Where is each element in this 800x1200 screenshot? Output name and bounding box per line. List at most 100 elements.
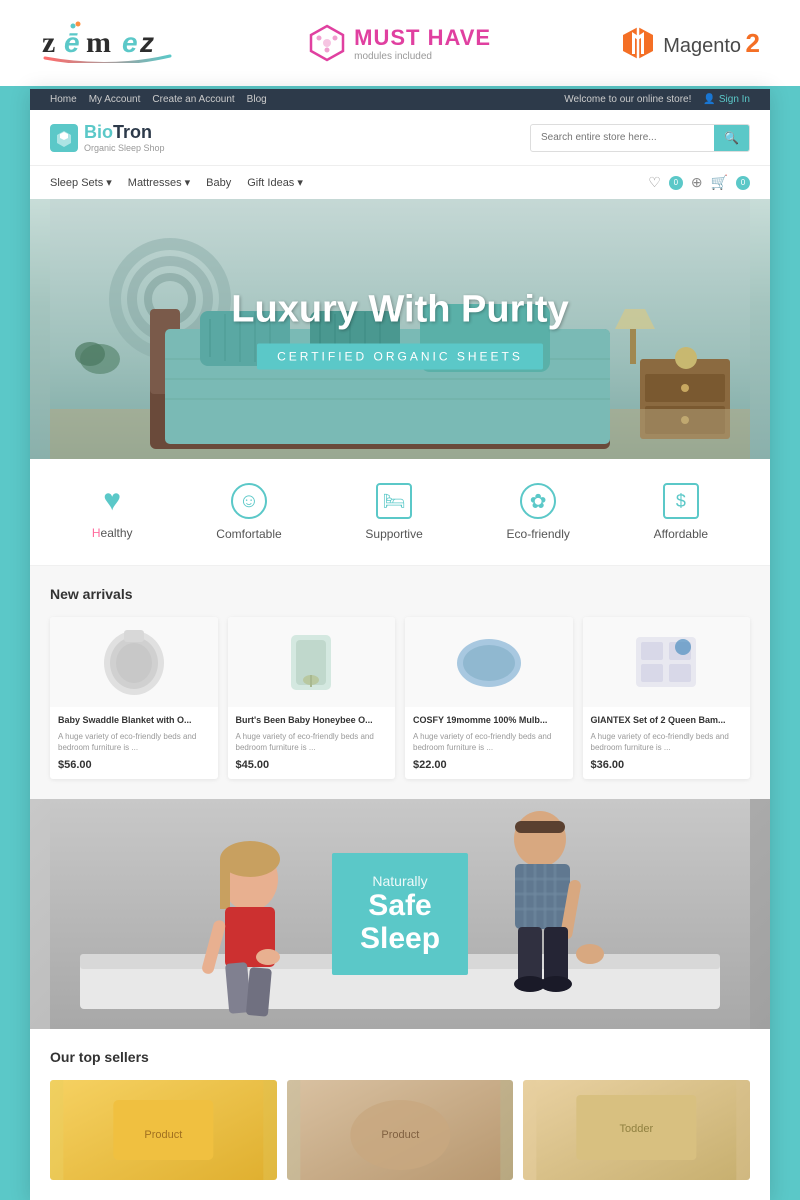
seller-img-3: Todder (523, 1080, 750, 1180)
nav-baby[interactable]: Baby (206, 177, 231, 189)
hero-banner: Luxury With Purity CERTIFIED ORGANIC SHE… (30, 199, 770, 459)
product-name-3: COSFY 19momme 100% Mulb... (413, 715, 565, 727)
search-bar[interactable]: 🔍 (530, 124, 750, 152)
svg-text:z: z (139, 27, 154, 58)
nav-gift-ideas[interactable]: Gift Ideas ▾ (247, 176, 303, 189)
product-card-3[interactable]: COSFY 19momme 100% Mulb... A huge variet… (405, 617, 573, 779)
seller-card-2[interactable]: Product (287, 1080, 514, 1180)
product-card-1[interactable]: Baby Swaddle Blanket with O... A huge va… (50, 617, 218, 779)
product-name-1: Baby Swaddle Blanket with O... (58, 715, 210, 727)
safe-sleep-content: Naturally SafeSleep (332, 853, 468, 975)
product-price-4: $36.00 (591, 759, 743, 771)
product-desc-3: A huge variety of eco-friendly beds and … (413, 731, 565, 753)
feature-affordable: $ Affordable (654, 483, 709, 541)
product-img-1 (50, 617, 218, 707)
compare-icon[interactable]: ⊕ (691, 174, 703, 191)
product-info-1: Baby Swaddle Blanket with O... A huge va… (50, 707, 218, 779)
top-sellers-grid: Product Product (50, 1080, 750, 1180)
product-img-4 (583, 617, 751, 707)
cart-badge: 0 (736, 176, 750, 190)
product-desc-1: A huge variety of eco-friendly beds and … (58, 731, 210, 753)
nav-blog[interactable]: Blog (247, 94, 267, 105)
feature-supportive-label: Supportive (365, 527, 422, 541)
eco-icon: ✿ (520, 483, 556, 519)
musthave-hex-icon (308, 24, 346, 62)
magento-version: 2 (746, 28, 760, 58)
svg-text:m: m (86, 26, 111, 59)
nav-home[interactable]: Home (50, 94, 77, 105)
seller-card-1[interactable]: Product (50, 1080, 277, 1180)
feature-supportive: 🛏 Supportive (365, 483, 422, 541)
nav-my-account[interactable]: My Account (89, 94, 141, 105)
duvet-illustration (631, 627, 701, 697)
musthave-logo: MUST HAVE modules included (308, 24, 491, 62)
feature-affordable-label: Affordable (654, 527, 709, 541)
main-nav: Sleep Sets ▾ Mattresses ▾ Baby Gift Idea… (30, 165, 770, 199)
svg-text:z: z (42, 26, 55, 59)
logo-tagline: Organic Sleep Shop (84, 143, 165, 153)
musthave-label: MUST HAVE (354, 25, 491, 51)
branding-bar: z ē m e z (0, 0, 800, 89)
nav-create-account[interactable]: Create an Account (152, 94, 234, 105)
product-info-4: GIANTEX Set of 2 Queen Bam... A huge var… (583, 707, 751, 779)
nav-sleep-sets[interactable]: Sleep Sets ▾ (50, 176, 112, 189)
top-nav: Home My Account Create an Account Blog W… (30, 89, 770, 110)
new-arrivals-title: New arrivals (50, 586, 750, 602)
seller-card-3[interactable]: Todder (523, 1080, 750, 1180)
svg-text:Todder: Todder (620, 1123, 654, 1135)
main-nav-links: Sleep Sets ▾ Mattresses ▾ Baby Gift Idea… (50, 176, 303, 189)
product-img-2 (228, 617, 396, 707)
safe-sleep-naturally: Naturally (360, 873, 440, 889)
product-info-2: Burt's Been Baby Honeybee O... A huge va… (228, 707, 396, 779)
swaddle-illustration (281, 625, 341, 700)
top-nav-links: Home My Account Create an Account Blog (50, 94, 267, 105)
top-sellers-title: Our top sellers (50, 1049, 750, 1065)
features-bar: ♥ Healthy ☺ Comfortable 🛏 Supportive ✿ E… (30, 459, 770, 566)
feature-healthy: ♥ Healthy (92, 484, 133, 540)
bed-icon: 🛏 (376, 483, 412, 519)
hero-content: Luxury With Purity CERTIFIED ORGANIC SHE… (30, 289, 770, 370)
magento-icon (619, 24, 657, 62)
dollar-icon: $ (663, 483, 699, 519)
product-desc-4: A huge variety of eco-friendly beds and … (591, 731, 743, 753)
product-card-4[interactable]: GIANTEX Set of 2 Queen Bam... A huge var… (583, 617, 751, 779)
store-logo[interactable]: BioTron Organic Sleep Shop (50, 122, 165, 153)
cart-icon[interactable]: 🛒 (711, 174, 728, 191)
search-button[interactable]: 🔍 (714, 125, 749, 151)
musthave-text-wrap: MUST HAVE modules included (354, 25, 491, 62)
zemes-logo: z ē m e z (40, 18, 180, 68)
magento-logo: Magento 2 (619, 24, 760, 62)
seller-img-2: Product (287, 1080, 514, 1180)
svg-text:e: e (122, 27, 138, 58)
feature-ecofriendly: ✿ Eco-friendly (507, 483, 570, 541)
nav-mattresses[interactable]: Mattresses ▾ (128, 176, 190, 189)
heart-icon: ♥ (103, 484, 121, 518)
store-header: BioTron Organic Sleep Shop 🔍 (30, 110, 770, 165)
svg-text:Product: Product (381, 1129, 419, 1141)
magento-label: Magento (663, 35, 741, 57)
musthave-sub: modules included (354, 51, 491, 62)
svg-text:ē: ē (64, 27, 80, 58)
svg-text:Product: Product (144, 1129, 182, 1141)
feature-eco-label: Eco-friendly (507, 527, 570, 541)
wishlist-icon[interactable]: ♡ (648, 174, 661, 191)
wishlist-badge: 0 (669, 176, 683, 190)
logo-text: BioTron Organic Sleep Shop (84, 122, 165, 153)
seller-img-1: Product (50, 1080, 277, 1180)
product-price-1: $56.00 (58, 759, 210, 771)
top-sellers-section: Our top sellers Product (30, 1029, 770, 1200)
product-card-2[interactable]: Burt's Been Baby Honeybee O... A huge va… (228, 617, 396, 779)
logo-icon (50, 124, 78, 152)
safe-sleep-main: SafeSleep (360, 889, 440, 955)
zemes-logo-wrap: z ē m e z (40, 18, 180, 68)
product-name-2: Burt's Been Baby Honeybee O... (236, 715, 388, 727)
magento-text-wrap: Magento 2 (663, 28, 760, 59)
signin-link[interactable]: 👤Sign In (703, 94, 750, 105)
hero-title: Luxury With Purity (30, 289, 770, 332)
search-input[interactable] (531, 126, 714, 149)
blanket-illustration (99, 625, 169, 700)
feature-healthy-label: Healthy (92, 526, 133, 540)
product-price-3: $22.00 (413, 759, 565, 771)
product-desc-2: A huge variety of eco-friendly beds and … (236, 731, 388, 753)
product-info-3: COSFY 19momme 100% Mulb... A huge variet… (405, 707, 573, 779)
